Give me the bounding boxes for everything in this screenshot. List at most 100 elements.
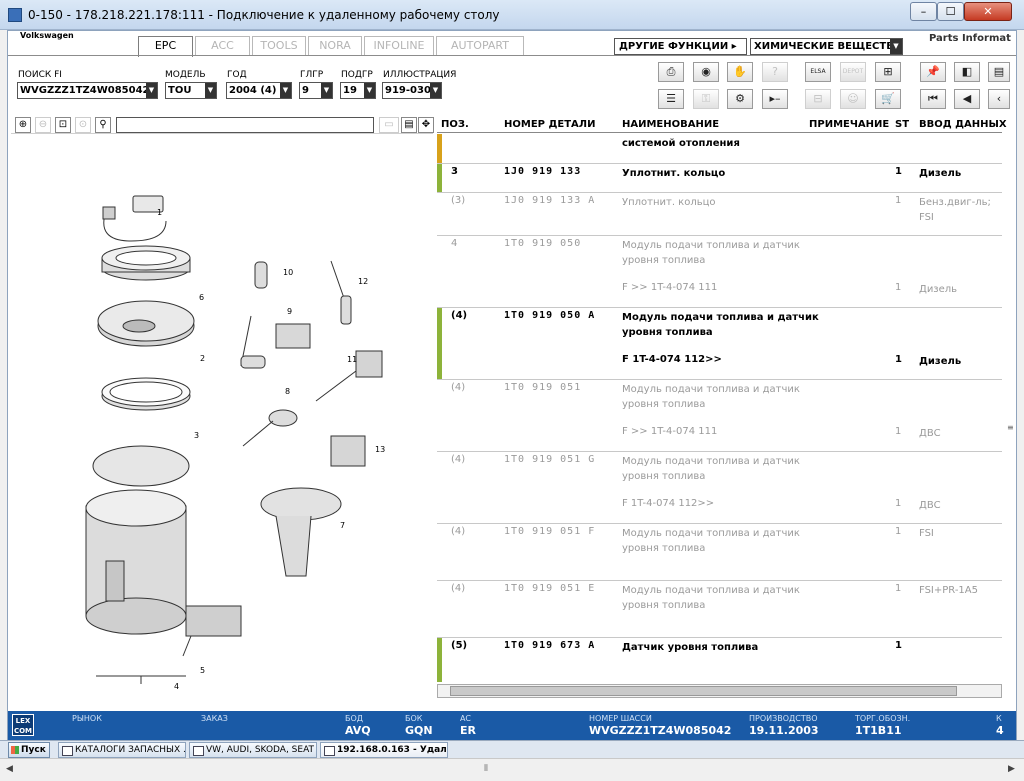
cart-icon[interactable]: 🛒 [875, 89, 901, 109]
tab-acc[interactable]: ACC [195, 36, 250, 56]
other-functions-menu[interactable]: ДРУГИЕ ФУНКЦИИ ▸ [614, 38, 747, 55]
layout-icon[interactable]: ▤ [401, 117, 417, 133]
split-icon[interactable]: ▭ [379, 117, 399, 133]
row-data-2: FSI [919, 212, 934, 223]
zoom-out-icon[interactable]: ⊖ [35, 117, 51, 133]
taskbar-item-catalogs[interactable]: КАТАЛОГИ ЗАПАСНЫХ ... [58, 742, 186, 758]
illustration-search-input[interactable] [116, 117, 374, 133]
children-icon[interactable]: ☺ [840, 89, 866, 109]
table-row[interactable]: 4 1T0 919 050 Модуль подачи топлива и да… [437, 236, 1002, 308]
host-horizontal-scrollbar[interactable]: ◀ ⦀ ▶ [0, 758, 1024, 781]
table-row[interactable]: (4) 1T0 919 051 E Модуль подачи топлива … [437, 581, 1002, 638]
row-part-number: 1J0 919 133 A [504, 195, 596, 206]
table-row[interactable]: системой отопления [437, 134, 1002, 164]
row-marker [437, 308, 442, 379]
horizontal-scrollbar[interactable] [437, 684, 1002, 698]
row-name-2: уровня топлива [622, 543, 706, 554]
zoom-area-icon[interactable]: ⊡ [55, 117, 71, 133]
chemicals-select[interactable]: ХИМИЧЕСКИЕ ВЕЩЕСТВА ▼ [750, 38, 903, 55]
zoom-in-icon[interactable]: ⊕ [15, 117, 31, 133]
table-row[interactable]: (5) 1T0 919 673 A Датчик уровня топлива … [437, 638, 1002, 682]
close-button[interactable]: ✕ [964, 2, 1012, 21]
cd-icon[interactable]: ◉ [693, 62, 719, 82]
trade-code-label: ТОРГ.ОБОЗН. [855, 714, 911, 723]
hand-tools-icon[interactable]: ✋ [727, 62, 753, 82]
engine-value: AVQ [345, 724, 371, 737]
row-name-2: уровня топлива [622, 399, 706, 410]
cart-add-icon[interactable]: ⊞ [875, 62, 901, 82]
chevron-down-icon: ▼ [364, 83, 375, 98]
zoom-fit-icon[interactable]: ⊙ [75, 117, 91, 133]
model-select[interactable]: TOU ▼ [165, 82, 217, 99]
maximize-button[interactable]: ☐ [937, 2, 964, 21]
vertical-grip-icon[interactable]: ≡ [1007, 423, 1015, 432]
table-row[interactable]: (4) 1T0 919 050 A Модуль подачи топлива … [437, 308, 1002, 380]
col-st[interactable]: ST [895, 119, 909, 130]
search-fi-input[interactable]: WVGZZZ1TZ4W085042 ▼ [17, 82, 158, 99]
row-name: Модуль подачи топлива и датчик [622, 585, 800, 596]
row-part-number: 1T0 919 051 [504, 382, 582, 393]
row-pos: 3 [451, 166, 458, 177]
table-row[interactable]: (4) 1T0 919 051 Модуль подачи топлива и … [437, 380, 1002, 452]
exploded-view-illustration[interactable]: 1 6 2 3 4 5 7 8 9 10 11 12 13 [11, 136, 431, 696]
callout-9: 9 [287, 307, 292, 316]
main-group-select[interactable]: 9 ▼ [299, 82, 333, 99]
window-titlebar: 0-150 - 178.218.221.178:111 - Подключени… [0, 0, 1024, 30]
key-icon[interactable]: ⚿ [693, 89, 719, 109]
callout-3: 3 [194, 431, 199, 440]
col-data[interactable]: ВВОД ДАННЫХ [919, 119, 1007, 130]
help-icon[interactable]: ? [762, 62, 788, 82]
tab-epc[interactable]: EPC [138, 36, 193, 57]
row-pos: (5) [451, 640, 468, 651]
taskbar-item-vw[interactable]: VW, AUDI, SKODA, SEAT [189, 742, 317, 758]
tab-tools[interactable]: TOOLS [252, 36, 306, 56]
next-page-icon[interactable]: ▤ [988, 62, 1010, 82]
callout-2: 2 [200, 354, 205, 363]
minimize-button[interactable]: – [910, 2, 937, 21]
row-note: F >> 1T-4-074 111 [622, 426, 718, 437]
magnifier-icon[interactable]: ⚲ [95, 117, 111, 133]
scroll-right-icon[interactable]: ▶ [1008, 764, 1015, 774]
list-icon[interactable]: ☰ [658, 89, 684, 109]
tab-autopart[interactable]: AUTOPART [436, 36, 524, 56]
elsa-icon[interactable]: ELSA [805, 62, 831, 82]
tab-nora[interactable]: NORA [308, 36, 362, 56]
step-separator-icon[interactable]: ▸– [762, 89, 788, 109]
col-pos[interactable]: ПОЗ. [441, 119, 469, 130]
ac-label: AC [460, 714, 471, 723]
illustration-select[interactable]: 919-030 ▼ [382, 82, 442, 99]
extra-value: 4 [996, 724, 1004, 737]
scrollbar-thumb[interactable] [450, 686, 957, 696]
start-button[interactable]: Пуск [8, 742, 50, 758]
table-row[interactable]: (4) 1T0 919 051 G Модуль подачи топлива … [437, 452, 1002, 524]
scroll-grip-icon[interactable]: ⦀ [484, 764, 488, 774]
printer-icon[interactable]: ⎙ [658, 62, 684, 82]
row-note: F >> 1T-4-074 111 [622, 282, 718, 293]
back-icon[interactable]: ◀ [954, 89, 980, 109]
taskbar-item-remote[interactable]: 192.168.0.163 - Удал... [320, 742, 448, 758]
pin-icon[interactable]: 📌 [920, 62, 946, 82]
sub-group-select[interactable]: 19 ▼ [340, 82, 376, 99]
bike-icon[interactable]: ⚙ [727, 89, 753, 109]
previous-page-icon[interactable]: ◧ [954, 62, 980, 82]
table-row[interactable]: (3) 1J0 919 133 A Уплотнит. кольцо 1 Бен… [437, 193, 1002, 236]
first-page-icon[interactable]: ⏮ [920, 89, 946, 109]
ac-value: ER [460, 724, 476, 737]
scroll-left-icon[interactable]: ◀ [6, 764, 13, 774]
tree-icon[interactable]: ⊟ [805, 89, 831, 109]
parts-info-label[interactable]: Parts Informat [929, 33, 1011, 44]
col-part-number[interactable]: НОМЕР ДЕТАЛИ [504, 119, 595, 130]
col-note[interactable]: ПРИМЕЧАНИЕ [809, 119, 889, 130]
left-icon[interactable]: ‹ [988, 89, 1010, 109]
depot-icon[interactable]: DEPOT [840, 62, 866, 82]
parts-table-body: системой отопления 3 1J0 919 133 Уплотни… [437, 134, 1002, 682]
table-row[interactable]: (4) 1T0 919 051 F Модуль подачи топлива … [437, 524, 1002, 581]
row-note: F 1T-4-074 112>> [622, 498, 715, 509]
tab-infoline[interactable]: INFOLINE [364, 36, 434, 56]
year-select[interactable]: 2004 (4) ▼ [226, 82, 292, 99]
callout-10: 10 [283, 268, 293, 277]
move-icon[interactable]: ✥ [418, 117, 434, 133]
sub-group-value: 19 [343, 85, 357, 96]
col-name[interactable]: НАИМЕНОВАНИЕ [622, 119, 719, 130]
table-row[interactable]: 3 1J0 919 133 Уплотнит. кольцо 1 Дизель [437, 164, 1002, 193]
